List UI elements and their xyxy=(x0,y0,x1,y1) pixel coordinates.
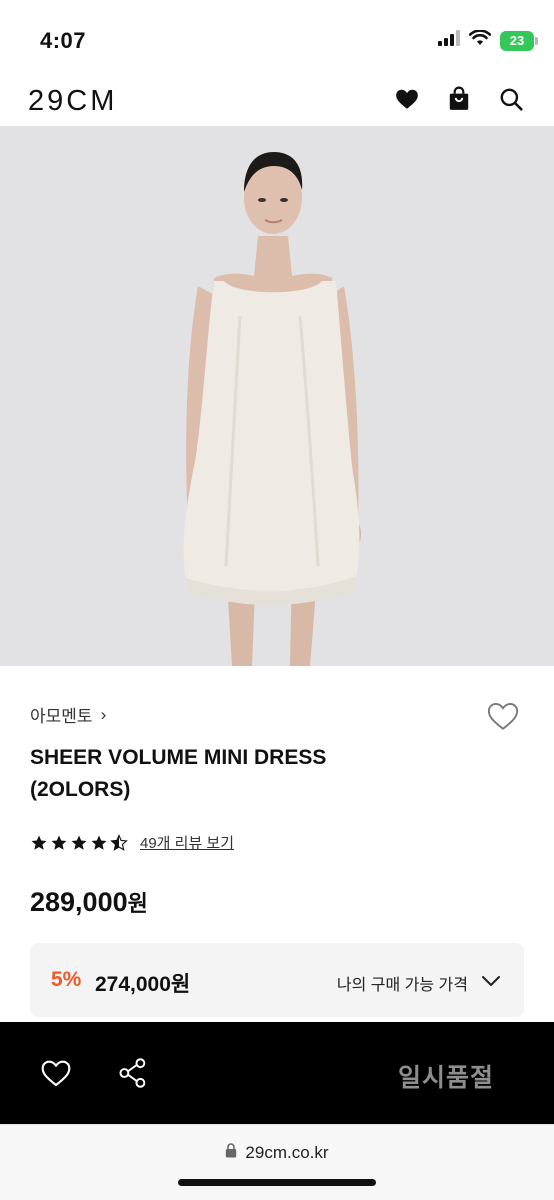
bottom-action-bar: 일시품절 xyxy=(0,1022,554,1124)
product-photo[interactable] xyxy=(0,126,554,666)
chevron-right-icon: › xyxy=(100,704,107,724)
brand-link[interactable]: 아모멘토 › xyxy=(30,702,106,727)
star-icon xyxy=(31,835,47,850)
product-title-line1: SHEER VOLUME MINI DRESS xyxy=(30,746,327,769)
star-icon xyxy=(91,835,107,850)
star-icon xyxy=(71,835,87,850)
rating-row: 49개 리뷰 보기 xyxy=(30,832,234,853)
header-actions xyxy=(394,86,524,112)
lock-icon xyxy=(225,1143,237,1163)
status-time: 4:07 xyxy=(40,28,87,53)
review-link[interactable]: 49개 리뷰 보기 xyxy=(140,832,234,853)
url-text: 29cm.co.kr xyxy=(245,1143,329,1162)
status-icons: 23 xyxy=(438,29,538,51)
star-half-icon xyxy=(110,833,128,851)
home-indicator xyxy=(178,1179,376,1186)
search-icon[interactable] xyxy=(498,86,524,112)
product-title: SHEER VOLUME MINI DRESS (2OLORS) xyxy=(30,742,450,806)
heart-icon[interactable] xyxy=(394,86,420,112)
signal-icon xyxy=(438,30,460,51)
browser-url-bar[interactable]: 29cm.co.kr xyxy=(0,1124,554,1200)
wifi-icon xyxy=(468,29,492,51)
product-title-line2: (2OLORS) xyxy=(30,778,131,801)
brand-name: 아모멘토 xyxy=(30,707,93,726)
price-unit: 원 xyxy=(127,891,148,916)
heart-outline-icon[interactable] xyxy=(40,1058,72,1088)
brand-logo[interactable]: 29CM xyxy=(28,85,117,118)
star-rating xyxy=(30,833,128,852)
price-value: 289,000 xyxy=(30,887,128,917)
discount-price-box[interactable]: 5% 274,000원 나의 구매 가능 가격 xyxy=(30,943,524,1017)
heart-outline-icon xyxy=(487,703,519,730)
battery-icon: 23 xyxy=(500,30,538,51)
soldout-button[interactable]: 일시품절 xyxy=(398,1058,494,1094)
wishlist-button[interactable] xyxy=(486,700,520,732)
model-illustration xyxy=(0,126,554,666)
status-bar: 4:07 23 xyxy=(0,0,554,72)
discount-price: 274,000원 xyxy=(95,973,191,996)
shopping-bag-icon[interactable] xyxy=(446,86,472,112)
product-price: 289,000원 xyxy=(30,886,148,918)
share-icon[interactable] xyxy=(118,1057,148,1089)
my-price-label: 나의 구매 가능 가격 xyxy=(336,977,468,994)
chevron-down-icon[interactable] xyxy=(480,971,502,991)
discount-rate: 5% xyxy=(51,968,82,991)
star-icon xyxy=(51,835,67,850)
app-header: 29CM xyxy=(0,72,554,126)
url-display: 29cm.co.kr xyxy=(0,1143,554,1163)
